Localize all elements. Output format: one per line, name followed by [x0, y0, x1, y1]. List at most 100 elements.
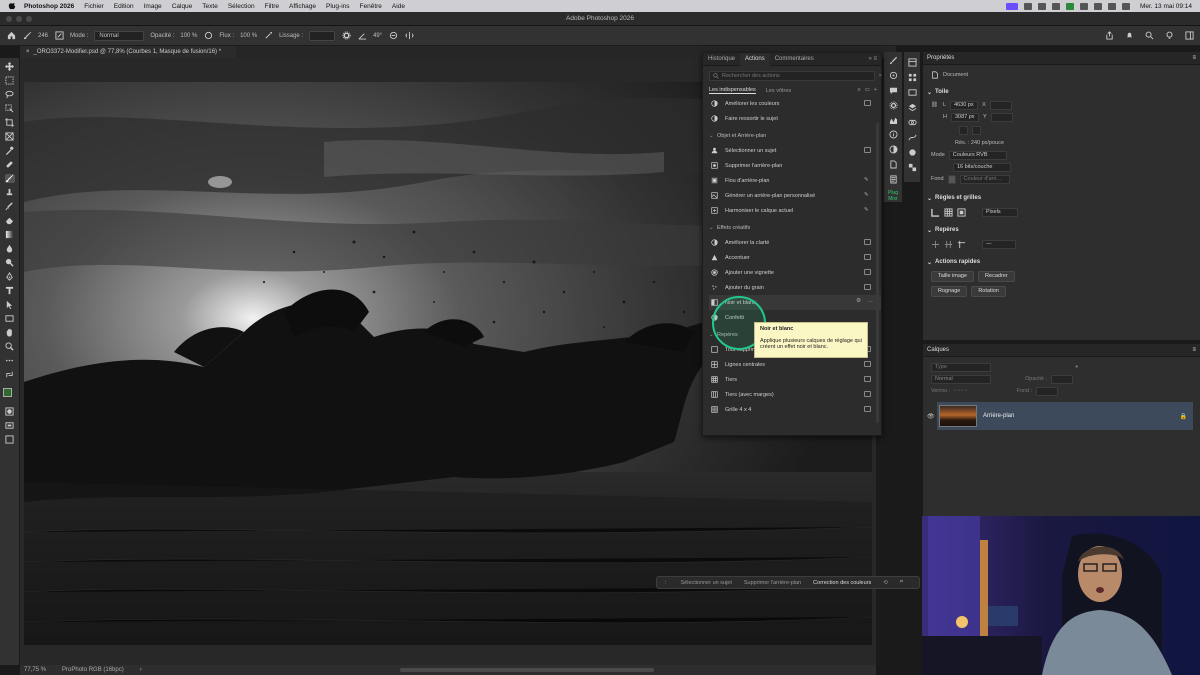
panel-menu-icon[interactable]: ≡ — [1192, 344, 1196, 357]
crop-tool-icon[interactable] — [5, 118, 15, 127]
menu-plugins[interactable]: Plug-ins — [326, 3, 349, 10]
layers-filter-select[interactable]: Type — [931, 362, 991, 372]
clone-source-icon[interactable] — [889, 71, 898, 80]
zoom-tool-icon[interactable] — [5, 342, 15, 351]
frame-icon[interactable] — [5, 435, 15, 444]
swap-colors-icon[interactable] — [5, 370, 15, 379]
horizontal-scrollbar[interactable] — [400, 668, 654, 672]
fond-swatch[interactable] — [947, 174, 956, 184]
apple-icon[interactable] — [8, 2, 16, 10]
guide-layout-icon[interactable] — [944, 240, 953, 249]
panel-menu-icon[interactable]: ≡ — [1192, 52, 1196, 65]
menu-calque[interactable]: Calque — [172, 3, 193, 10]
zoom-window-button[interactable] — [26, 16, 32, 22]
wifi-icon[interactable] — [1093, 2, 1102, 10]
settings-icon[interactable] — [888, 101, 898, 110]
menu-app-name[interactable]: Photoshop 2026 — [24, 3, 74, 10]
portrait-orientation-button[interactable] — [959, 125, 968, 135]
libraries-icon[interactable] — [907, 88, 917, 97]
row-settings-icon[interactable]: ⚙ — [856, 298, 861, 304]
search-icon[interactable] — [1107, 2, 1116, 10]
document-tab[interactable]: × _ORO3372-Modifier.psd @ 77,8% (Courbes … — [20, 46, 236, 58]
menu-fenetre[interactable]: Fenêtre — [360, 3, 382, 10]
subtab-essentials[interactable]: Les indispensables — [709, 87, 756, 94]
more-tools-icon[interactable] — [5, 356, 15, 365]
frame-tool-icon[interactable] — [5, 132, 15, 141]
close-window-button[interactable] — [6, 16, 12, 22]
marquee-tool-icon[interactable] — [5, 76, 15, 85]
action-item[interactable]: Tiers — [709, 372, 881, 387]
lock-icons[interactable]: ▫ ▫ ▫ ▫ — [954, 388, 966, 394]
zoom-level[interactable]: 77,75 % — [24, 667, 46, 673]
brush-tool-icon[interactable] — [22, 31, 32, 41]
link-dimensions-icon[interactable]: ⛓ — [931, 102, 939, 108]
ruler-icon[interactable] — [931, 208, 940, 217]
smoothing-input[interactable] — [309, 30, 336, 41]
drag-handle-icon[interactable]: ⋮ — [663, 580, 669, 586]
pressure-size-icon[interactable] — [388, 31, 398, 41]
gear-icon[interactable] — [341, 31, 351, 41]
flow-value[interactable]: 100 % — [240, 33, 257, 39]
units-select[interactable]: Pixels — [982, 207, 1018, 217]
actions-scrollbar[interactable] — [876, 123, 879, 423]
lightbulb-icon[interactable] — [1164, 30, 1174, 40]
home-icon[interactable] — [6, 31, 16, 41]
list-view-icon[interactable]: ≡ — [857, 87, 860, 93]
rectangle-tool-icon[interactable] — [5, 314, 15, 323]
comments-icon[interactable] — [889, 86, 898, 95]
search-icon[interactable] — [1144, 30, 1154, 40]
section-effets[interactable]: ⌄ Effets créatifs — [709, 220, 881, 235]
layers-icon[interactable] — [908, 103, 917, 112]
menu-selection[interactable]: Sélection — [228, 3, 255, 10]
properties-icon[interactable] — [907, 58, 917, 67]
airbrush-icon[interactable] — [263, 31, 273, 41]
lasso-tool-icon[interactable] — [5, 90, 15, 99]
bit-depth-select[interactable]: 16 bits/couche — [953, 162, 1011, 172]
status-app-icon[interactable] — [1065, 2, 1074, 10]
menu-filtre[interactable]: Filtre — [265, 3, 279, 10]
angle-value[interactable]: 49° — [373, 33, 382, 39]
action-item[interactable]: Générer un arrière-plan personnalisé ✎ — [709, 188, 881, 203]
menu-edition[interactable]: Edition — [114, 3, 134, 10]
foreground-color-swatch[interactable] — [2, 388, 12, 397]
shapes-icon[interactable] — [908, 148, 917, 157]
path-selection-tool-icon[interactable] — [5, 300, 15, 309]
pixel-grid-icon[interactable] — [957, 207, 966, 217]
status-app-icon[interactable] — [1037, 2, 1046, 10]
ctx-transform-icon[interactable]: ⟲ — [883, 580, 888, 586]
move-tool-icon[interactable] — [5, 62, 15, 71]
type-tool-icon[interactable] — [5, 286, 15, 295]
plug-mixr-label[interactable]: Plug Mixr — [885, 190, 901, 202]
layer-row-background[interactable]: 👁 Arrière-plan 🔒 — [927, 402, 1193, 430]
menu-affichage[interactable]: Affichage — [289, 3, 316, 10]
healing-brush-tool-icon[interactable] — [5, 160, 15, 169]
action-item[interactable]: Faire ressortir le sujet — [709, 111, 881, 126]
action-item[interactable]: Ajouter du grain — [709, 280, 881, 295]
fill-field[interactable] — [1036, 386, 1059, 396]
actions-search-input[interactable]: Rechercher des actions × — [709, 71, 882, 81]
channels-icon[interactable] — [907, 118, 917, 127]
section-objet[interactable]: ⌄ Objet et Arrière-plan — [709, 128, 881, 143]
ctx-crop-icon[interactable]: ⌗ — [900, 579, 903, 586]
landscape-orientation-button[interactable] — [972, 125, 981, 135]
notes-icon[interactable] — [889, 175, 898, 184]
share-icon[interactable] — [1104, 30, 1114, 40]
filter-toggle-icon[interactable]: ● — [1075, 364, 1078, 370]
clone-stamp-tool-icon[interactable] — [5, 188, 15, 197]
action-item[interactable]: Flou d'arrière-plan ✎ — [709, 173, 881, 188]
action-item[interactable]: Supprimer l'arrière-plan — [709, 158, 881, 173]
grid-icon[interactable] — [944, 207, 953, 217]
image-size-button[interactable]: Taille image — [931, 271, 975, 282]
bell-icon[interactable] — [1124, 30, 1134, 40]
mode-select[interactable]: Couleurs RVB — [948, 150, 1007, 160]
opacity-value[interactable]: 100 % — [180, 33, 197, 39]
tab-historique[interactable]: Historique — [703, 53, 740, 66]
control-center-icon[interactable] — [1121, 2, 1130, 10]
ctx-remove-background-button[interactable]: Supprimer l'arrière-plan — [744, 580, 801, 586]
rulers-section[interactable]: ⌄ Règles et grilles — [923, 191, 1200, 205]
object-selection-tool-icon[interactable] — [5, 104, 15, 113]
row-more-icon[interactable]: … — [868, 298, 874, 304]
brush-presets-icon[interactable] — [889, 56, 898, 65]
menu-clock[interactable]: Mer. 13 mai 09:14 — [1140, 3, 1192, 10]
color-profile[interactable]: ProPhoto RGB (16bpc) — [62, 667, 124, 673]
